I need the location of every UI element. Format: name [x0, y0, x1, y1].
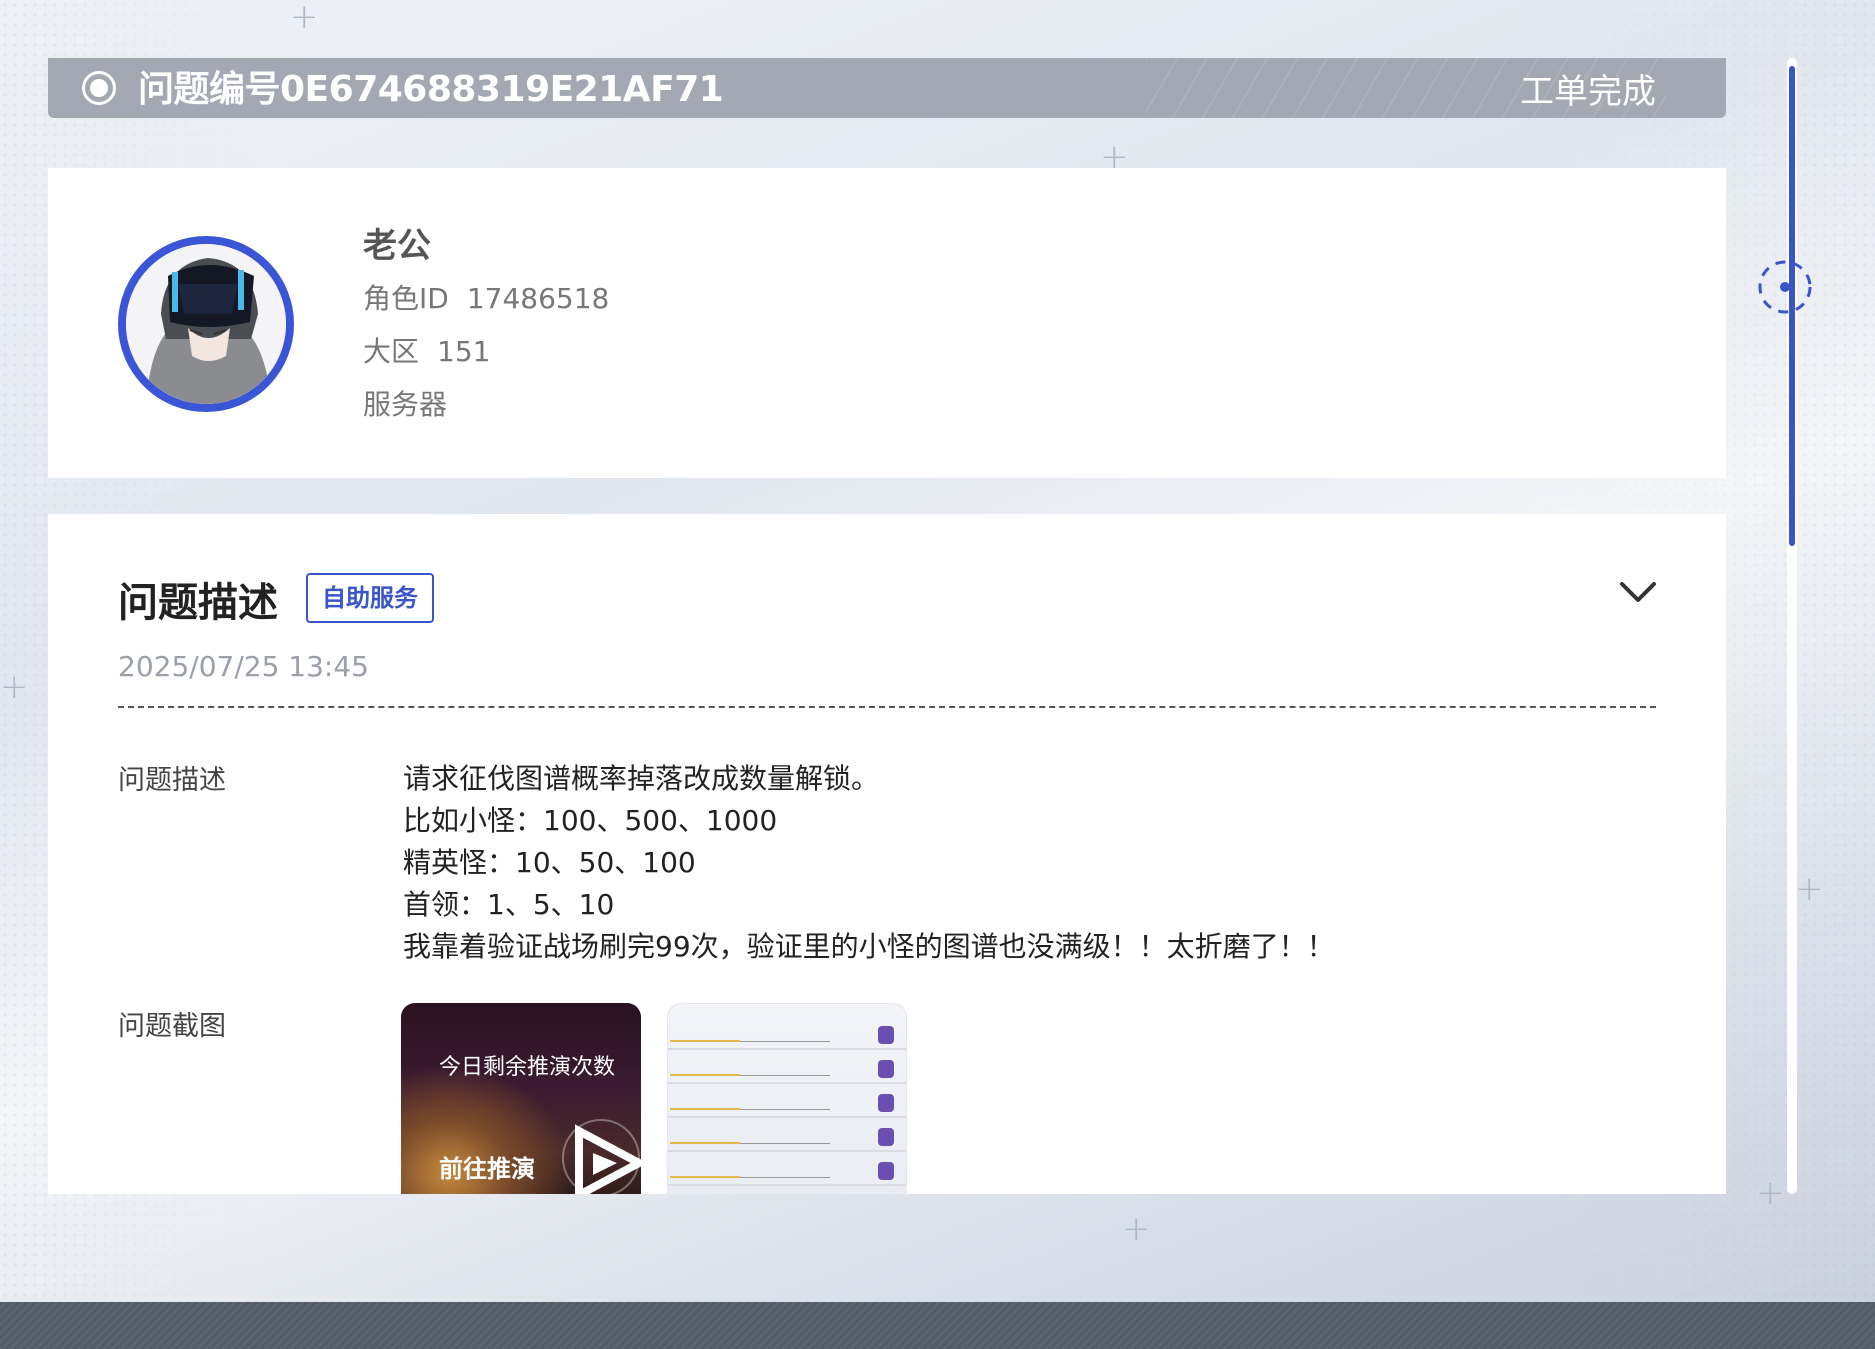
region-label: 大区	[363, 335, 420, 368]
role-id-row: 角色ID 17486518	[363, 283, 609, 314]
divider	[118, 706, 1656, 708]
screenshot-row	[668, 1124, 906, 1152]
screenshot-row	[668, 1056, 906, 1084]
problem-card: 问题描述 自助服务 2025/07/25 13:45 问题描述 请求征伐图谱概率…	[48, 514, 1726, 1194]
screenshot-thumbnail-1[interactable]: 今日剩余推演次数 前往推演	[401, 1003, 641, 1194]
description-text: 请求征伐图谱概率掉落改成数量解锁。 比如小怪：100、500、1000 精英怪：…	[403, 758, 1335, 968]
ticket-header: 问题编号0E674688319E21AF71 工单完成	[48, 58, 1726, 118]
screenshot-label: 问题截图	[118, 1011, 226, 1042]
decor-cross: +	[0, 667, 29, 707]
role-id-label: 角色ID	[363, 282, 449, 315]
screenshot-thumbnail-2[interactable]	[667, 1003, 907, 1194]
radio-icon	[82, 71, 116, 105]
nickname: 老公	[363, 226, 431, 266]
screenshot-row	[668, 1022, 906, 1050]
description-line: 比如小怪：100、500、1000	[403, 804, 778, 837]
screenshot-text: 前往推演	[439, 1155, 535, 1183]
avatar	[118, 236, 294, 412]
server-label: 服务器	[363, 388, 448, 421]
description-line: 首领：1、5、10	[403, 888, 615, 921]
description-line: 精英怪：10、50、100	[403, 846, 696, 879]
bottom-bar	[0, 1302, 1875, 1349]
chevron-down-icon[interactable]	[1618, 576, 1658, 610]
region-value: 151	[437, 335, 491, 368]
profile-card: 老公 角色ID 17486518 大区 151 服务器	[48, 168, 1726, 478]
region-row: 大区 151	[363, 336, 609, 367]
ticket-id: 问题编号0E674688319E21AF71	[138, 69, 724, 110]
play-triangle-icon	[562, 1119, 641, 1194]
problem-timestamp: 2025/07/25 13:45	[118, 650, 369, 683]
description-label: 问题描述	[118, 765, 226, 796]
profile-info: 老公 角色ID 17486518 大区 151 服务器	[363, 218, 609, 442]
avatar-image	[126, 244, 286, 404]
description-line: 我靠着验证战场刷完99次，验证里的小怪的图谱也没满级！！太折磨了！！	[403, 930, 1335, 963]
self-service-badge: 自助服务	[306, 573, 434, 623]
screenshot-row	[668, 1090, 906, 1118]
decor-cross: +	[1122, 1209, 1151, 1249]
decor-cross: +	[290, 0, 319, 37]
role-id-value: 17486518	[466, 282, 610, 315]
screenshot-row	[668, 1158, 906, 1186]
decor-cross: +	[1756, 1173, 1785, 1213]
problem-title: 问题描述	[118, 580, 278, 626]
decor-cross: +	[1795, 869, 1824, 909]
dashed-circle-icon[interactable]	[1756, 258, 1814, 316]
screenshot-text: 今日剩余推演次数	[439, 1055, 616, 1080]
ticket-status: 工单完成	[1520, 72, 1656, 112]
description-line: 请求征伐图谱概率掉落改成数量解锁。	[403, 762, 880, 795]
server-row: 服务器	[363, 389, 609, 420]
